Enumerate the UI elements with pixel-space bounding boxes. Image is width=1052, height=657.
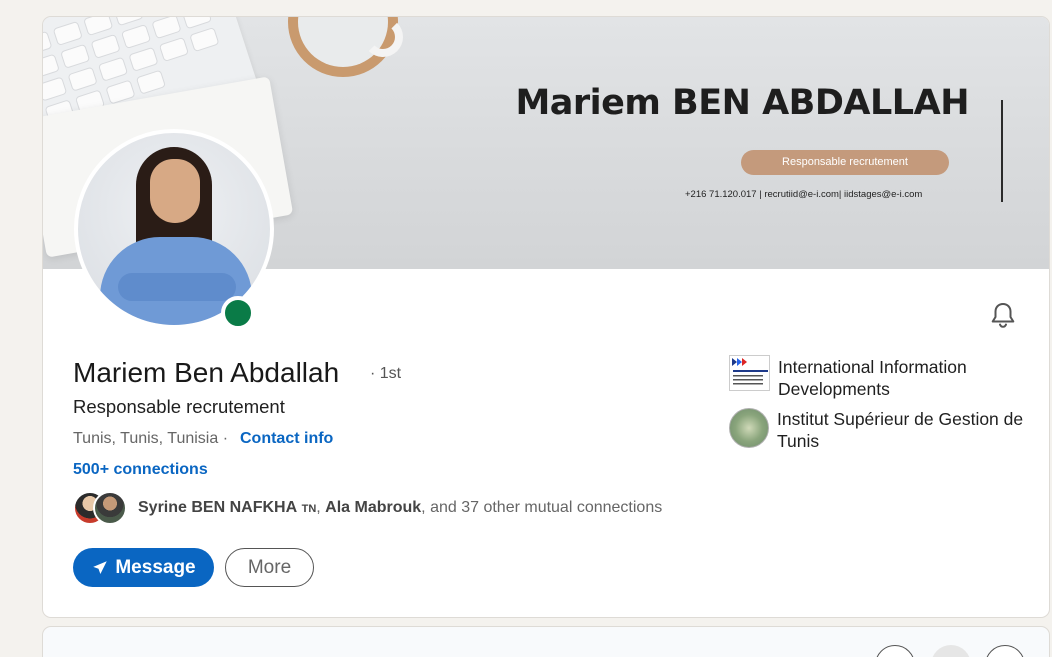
circle-button[interactable] — [985, 645, 1025, 657]
profile-location: Tunis, Tunis, Tunisia · — [73, 430, 229, 447]
banner-contact: +216 71.120.017 | recrutiid@e-i.com| iid… — [685, 189, 923, 200]
connection-degree: · 1st — [370, 365, 402, 382]
mutual-connections-text[interactable]: Syrine BEN NAFKHA TN, Ala Mabrouk, and 3… — [138, 499, 662, 517]
paper-plane-icon — [93, 560, 108, 574]
profile-headline: Responsable recrutement — [73, 396, 285, 417]
contact-info-link[interactable]: Contact info — [240, 430, 333, 448]
circle-button[interactable] — [931, 645, 971, 657]
online-status-indicator — [221, 296, 255, 330]
circle-button[interactable] — [875, 645, 915, 657]
bell-icon[interactable] — [987, 299, 1019, 331]
company-logo — [729, 355, 770, 391]
education-school[interactable]: Institut Supérieur de Gestion de Tunis — [729, 408, 1027, 452]
profile-name: Mariem Ben Abdallah — [73, 357, 340, 388]
mutual-connections-avatars[interactable] — [73, 491, 133, 527]
next-section-card — [42, 626, 1050, 657]
banner-role-pill: Responsable recrutement — [741, 150, 949, 175]
current-company[interactable]: International Information Developments — [729, 355, 1028, 400]
message-button-label: Message — [115, 556, 196, 578]
school-logo — [729, 408, 769, 448]
connections-link[interactable]: 500+ connections — [73, 461, 208, 479]
mutual-name-1[interactable]: Syrine BEN NAFKHA — [138, 499, 297, 516]
school-name: Institut Supérieur de Gestion de Tunis — [777, 409, 1024, 451]
message-button[interactable]: Message — [73, 548, 214, 587]
profile-card: Mariem BEN ABDALLAH Responsable recrutem… — [42, 16, 1050, 618]
mutual-name-1-tag: TN — [301, 503, 317, 515]
mutual-name-2[interactable]: Ala Mabrouk — [325, 499, 421, 516]
company-name: International Information Developments — [778, 357, 967, 399]
banner-cup — [363, 17, 403, 57]
banner-divider — [1001, 100, 1003, 202]
more-button[interactable]: More — [225, 548, 314, 587]
banner-name: Mariem BEN ABDALLAH — [515, 83, 969, 123]
more-button-label: More — [247, 556, 292, 578]
avatar — [93, 491, 127, 525]
